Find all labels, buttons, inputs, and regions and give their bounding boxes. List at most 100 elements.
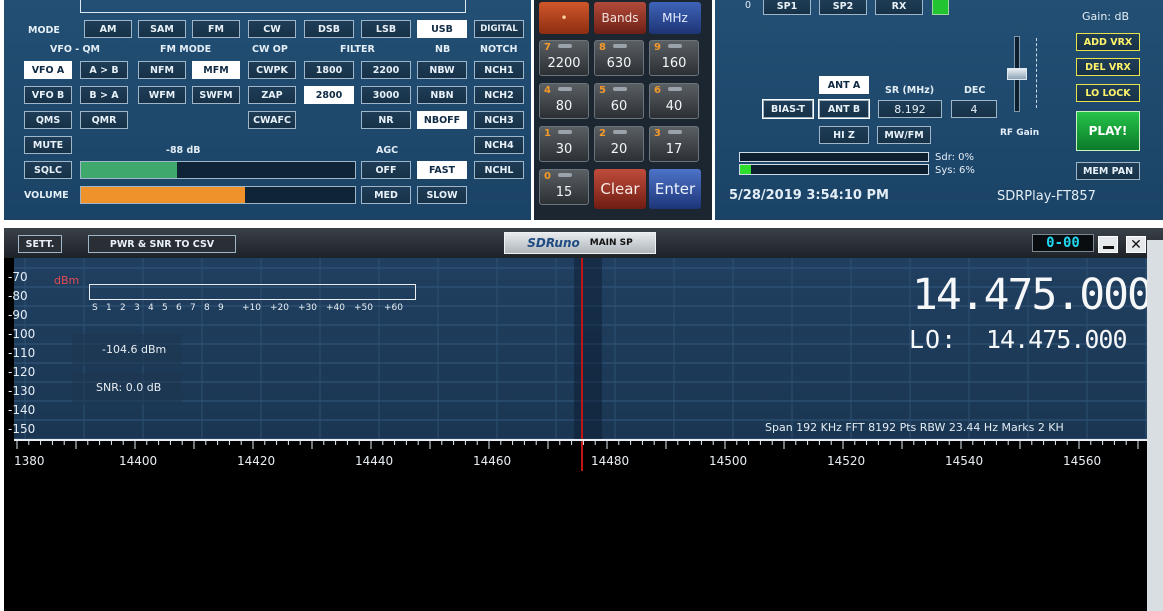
enter-button[interactable]: Enter: [649, 169, 701, 209]
agc-fast-button[interactable]: FAST: [417, 161, 467, 179]
b-to-a-button[interactable]: B > A: [80, 86, 128, 104]
ant-a-button[interactable]: ANT A: [819, 76, 869, 94]
x-tick-label: 14460: [473, 454, 512, 468]
vfo-b-button[interactable]: VFO B: [24, 86, 72, 104]
mode-dsb-button[interactable]: DSB: [304, 20, 354, 38]
mode-usb-button[interactable]: USB: [417, 20, 467, 38]
settings-button[interactable]: SETT.: [18, 235, 62, 253]
hi-z-button[interactable]: HI Z: [819, 126, 869, 144]
nch4-button[interactable]: NCH4: [474, 136, 524, 154]
key-0[interactable]: 0 15: [539, 169, 589, 205]
key-4[interactable]: 4 80: [539, 83, 589, 119]
sp1-button[interactable]: SP1: [763, 0, 811, 15]
notch-label: NOTCH: [480, 44, 518, 55]
minimize-icon[interactable]: [1098, 236, 1118, 253]
filter-2200-button[interactable]: 2200: [361, 61, 411, 79]
mode-am-button[interactable]: AM: [84, 20, 132, 38]
vfo-a-button[interactable]: VFO A: [24, 61, 72, 79]
filter-3000-button[interactable]: 3000: [361, 86, 411, 104]
key-7[interactable]: 7 2200: [539, 40, 589, 76]
cwafc-button[interactable]: CWAFC: [248, 111, 296, 129]
filter-1800-button[interactable]: 1800: [304, 61, 354, 79]
agc-off-button[interactable]: OFF: [361, 161, 411, 179]
s-meter-tick: +30: [298, 303, 317, 313]
agc-slow-button[interactable]: SLOW: [417, 186, 467, 204]
mode-cw-button[interactable]: CW: [248, 20, 296, 38]
s-meter-tick: 6: [176, 303, 182, 313]
close-icon[interactable]: ✕: [1126, 236, 1146, 253]
lo-lock-button[interactable]: LO LOCK: [1076, 84, 1140, 102]
cwpk-button[interactable]: CWPK: [248, 61, 296, 79]
mw-fm-button[interactable]: MW/FM: [877, 126, 931, 144]
nch2-button[interactable]: NCH2: [474, 86, 524, 104]
del-vrx-button[interactable]: DEL VRX: [1076, 58, 1140, 76]
nr-button[interactable]: NR: [361, 111, 411, 129]
key-9[interactable]: 9 160: [649, 40, 699, 76]
sdruno-logo: SDRuno: [527, 236, 580, 250]
y-tick-label: -140: [8, 403, 36, 417]
nchl-button[interactable]: NCHL: [474, 161, 524, 179]
mode-lsb-button[interactable]: LSB: [361, 20, 411, 38]
fm-mfm-button[interactable]: MFM: [192, 61, 240, 79]
gain-db-label: Gain: dB: [1082, 10, 1130, 23]
filter-passband: [574, 258, 602, 439]
key-2[interactable]: 2 20: [594, 126, 644, 162]
spectrum-title-plate: SDRuno MAIN SP: [504, 232, 656, 254]
mhz-button[interactable]: MHz: [649, 2, 701, 34]
sp2-button[interactable]: SP2: [819, 0, 867, 15]
play-button[interactable]: PLAY!: [1076, 111, 1140, 151]
qmr-button[interactable]: QMR: [80, 111, 128, 129]
volume-slider[interactable]: [80, 186, 356, 204]
key-6[interactable]: 6 40: [649, 83, 699, 119]
nch3-button[interactable]: NCH3: [474, 111, 524, 129]
pwr-snr-csv-button[interactable]: PWR & SNR TO CSV: [88, 235, 236, 253]
mode-fm-button[interactable]: FM: [192, 20, 240, 38]
key-8[interactable]: 8 630: [594, 40, 644, 76]
nch1-button[interactable]: NCH1: [474, 61, 524, 79]
sr-value-field[interactable]: 8.192: [878, 100, 942, 118]
s-meter-tick: +10: [242, 303, 261, 313]
mute-button[interactable]: MUTE: [24, 136, 72, 154]
a-to-b-button[interactable]: A > B: [80, 61, 128, 79]
fm-swfm-button[interactable]: SWFM: [192, 86, 240, 104]
vfo-qm-label: VFO - QM: [50, 44, 101, 55]
zap-button[interactable]: ZAP: [248, 86, 296, 104]
keypad-dot-button[interactable]: •: [539, 2, 589, 34]
lo-frequency-display: 14.475.000: [986, 325, 1128, 354]
fm-wfm-button[interactable]: WFM: [138, 86, 186, 104]
x-tick-label: 14500: [709, 454, 748, 468]
fm-nfm-button[interactable]: NFM: [138, 61, 186, 79]
sys-load-fill: [740, 165, 752, 174]
key-1[interactable]: 1 30: [539, 126, 589, 162]
filter-2800-button[interactable]: 2800: [304, 86, 354, 104]
s-meter-tick: 7: [190, 303, 196, 313]
add-vrx-button[interactable]: ADD VRX: [1076, 33, 1140, 51]
sys-load-label: Sys: 6%: [935, 165, 975, 176]
squelch-fill: [81, 162, 177, 178]
mode-digital-button[interactable]: DIGITAL: [474, 20, 524, 38]
spectrum-info: Span 192 KHz FFT 8192 Pts RBW 23.44 Hz M…: [765, 421, 1064, 434]
spectrum-scrollbar[interactable]: [1147, 240, 1163, 611]
rf-gain-knob[interactable]: [1007, 67, 1027, 80]
bias-t-button[interactable]: BIAS-T: [762, 99, 814, 119]
sqlc-button[interactable]: SQLC: [24, 161, 72, 179]
s-meter-tick: +40: [326, 303, 345, 313]
bands-button[interactable]: Bands: [594, 2, 646, 34]
squelch-slider[interactable]: [80, 161, 356, 179]
rx-button[interactable]: RX: [875, 0, 923, 15]
s-meter-tick: 2: [120, 303, 126, 313]
key-3[interactable]: 3 17: [649, 126, 699, 162]
clear-button[interactable]: Clear: [594, 169, 646, 209]
key-5[interactable]: 5 60: [594, 83, 644, 119]
nbw-button[interactable]: NBW: [417, 61, 467, 79]
cw-op-label: CW OP: [252, 44, 288, 55]
ant-b-button[interactable]: ANT B: [818, 99, 870, 119]
nbn-button[interactable]: NBN: [417, 86, 467, 104]
mem-pan-button[interactable]: MEM PAN: [1076, 162, 1140, 180]
waterfall[interactable]: [14, 471, 1150, 611]
qms-button[interactable]: QMS: [24, 111, 72, 129]
agc-med-button[interactable]: MED: [361, 186, 411, 204]
dec-value-field[interactable]: 4: [951, 100, 997, 118]
nboff-button[interactable]: NBOFF: [417, 111, 467, 129]
mode-sam-button[interactable]: SAM: [138, 20, 186, 38]
